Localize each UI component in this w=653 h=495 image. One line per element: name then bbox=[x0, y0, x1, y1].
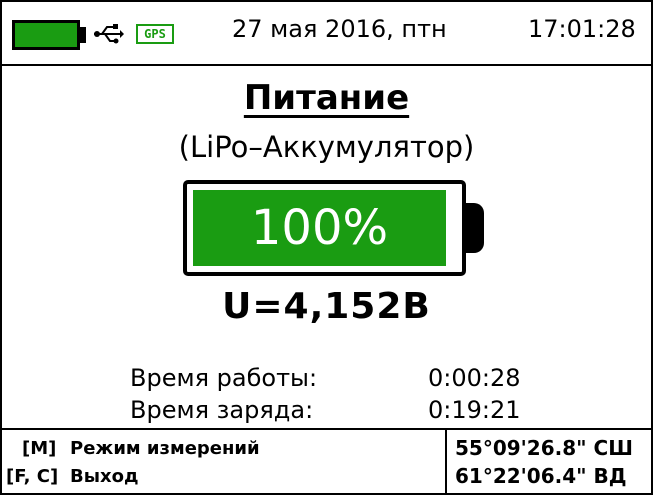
key-exit[interactable]: [F, C] bbox=[6, 466, 58, 487]
battery-icon-tip bbox=[80, 27, 86, 43]
runtime-label: Время работы: bbox=[130, 364, 318, 392]
usb-icon bbox=[94, 24, 124, 44]
key-exit-label[interactable]: Выход bbox=[70, 466, 139, 487]
key-mode-label[interactable]: Режим измерений bbox=[70, 438, 260, 459]
status-date: 27 мая 2016, птн bbox=[232, 15, 447, 43]
key-mode[interactable]: [M] bbox=[22, 438, 56, 459]
battery-icon bbox=[12, 20, 80, 50]
battery-percent: 100% bbox=[250, 200, 389, 256]
status-bar-divider bbox=[0, 64, 653, 66]
bottom-bar-separator bbox=[445, 428, 447, 495]
status-time: 17:01:28 bbox=[528, 15, 636, 43]
voltage-readout: U=4,152В bbox=[222, 286, 431, 327]
longitude-readout: 61°22'06.4" ВД bbox=[455, 464, 627, 488]
gps-icon: GPS bbox=[136, 24, 174, 44]
latitude-readout: 55°09'26.8" СШ bbox=[455, 436, 633, 460]
battery-gauge: 100% bbox=[183, 180, 466, 276]
status-bar: GPS 27 мая 2016, птн 17:01:28 bbox=[0, 0, 653, 66]
charge-time-label: Время заряда: bbox=[130, 396, 314, 424]
battery-gauge-tip bbox=[466, 203, 484, 253]
page-title: Питание bbox=[243, 78, 410, 118]
bottom-bar-divider bbox=[0, 428, 653, 430]
charge-time-value: 0:19:21 bbox=[428, 396, 521, 424]
runtime-value: 0:00:28 bbox=[428, 364, 521, 392]
page-subtitle: (LiPo–Аккумулятор) bbox=[178, 130, 475, 164]
